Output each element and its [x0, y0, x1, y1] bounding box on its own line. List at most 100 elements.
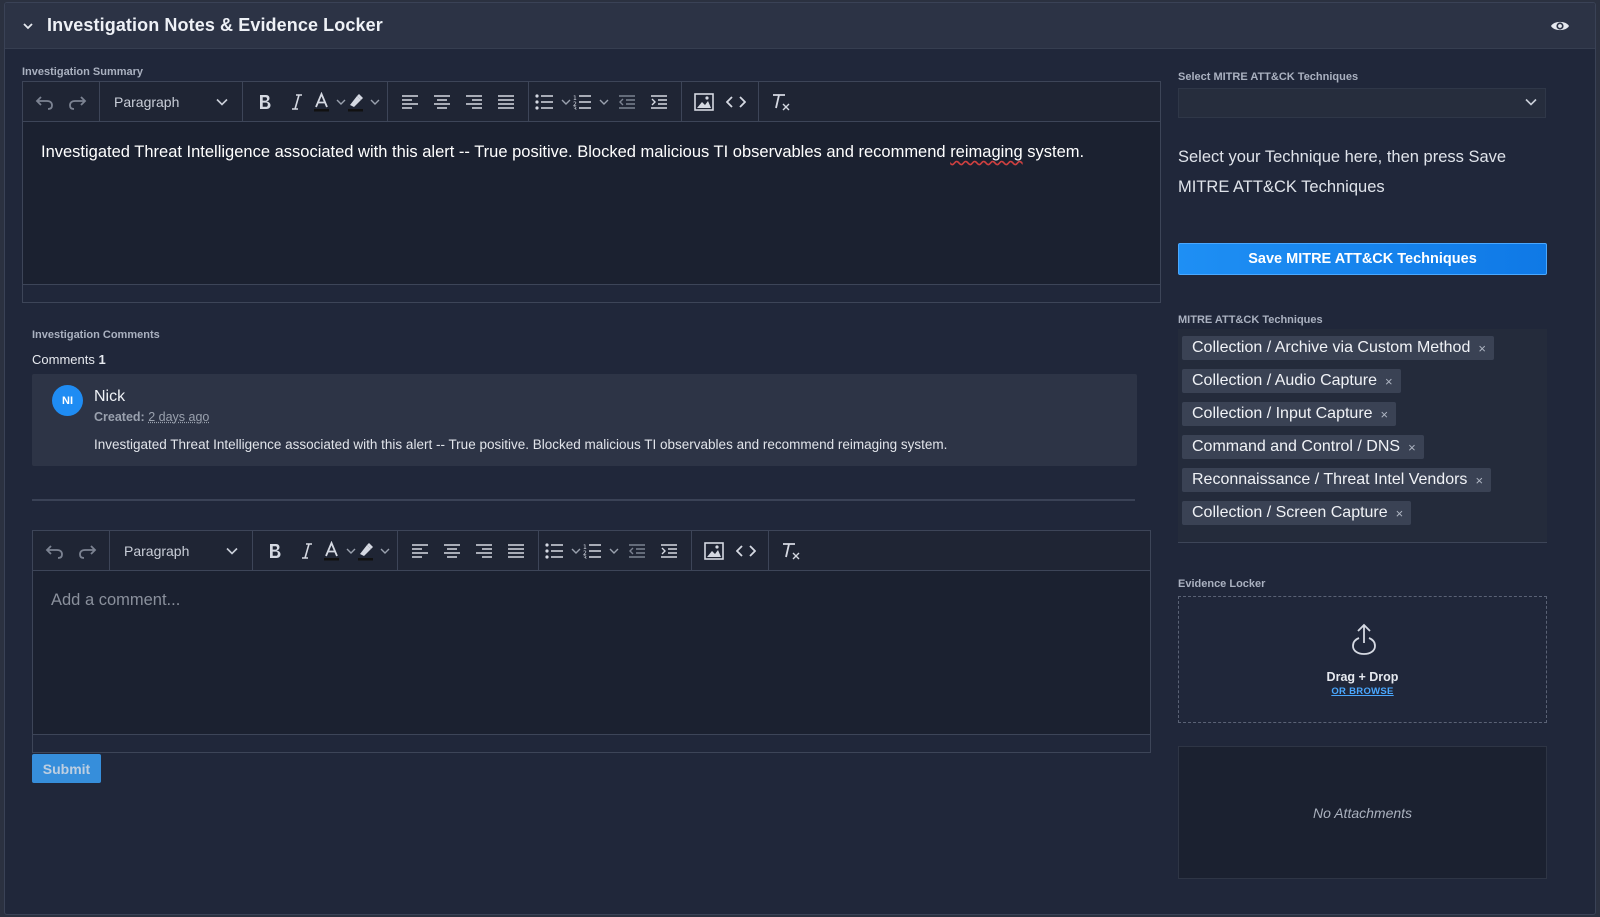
technique-tag[interactable]: Collection / Archive via Custom Method ×	[1182, 336, 1494, 360]
comment-toolbar: Paragraph 123	[33, 531, 1150, 571]
remove-tag-icon[interactable]: ×	[1475, 473, 1483, 488]
evidence-dropzone[interactable]: Drag + Drop OR BROWSE	[1178, 596, 1547, 723]
numbered-list-icon[interactable]: 123	[573, 88, 611, 116]
list-group: 123	[539, 531, 692, 570]
mitre-list-label: MITRE ATT&CK Techniques	[1178, 314, 1323, 326]
align-center-icon[interactable]	[436, 537, 468, 565]
italic-icon[interactable]	[291, 537, 323, 565]
summary-content[interactable]: Investigated Threat Intelligence associa…	[23, 122, 1160, 302]
summary-statusbar	[23, 284, 1160, 302]
summary-toolbar: Paragraph 123	[23, 82, 1160, 122]
style-group	[253, 531, 398, 570]
mitre-tag-list: Collection / Archive via Custom Method × …	[1178, 329, 1547, 543]
eye-icon[interactable]	[1549, 15, 1571, 37]
comment-author: Nick	[94, 388, 126, 405]
attachments-list: No Attachments	[1178, 746, 1547, 879]
summary-text-end: system.	[1022, 143, 1085, 161]
technique-tag[interactable]: Collection / Audio Capture ×	[1182, 369, 1401, 393]
numbered-list-icon[interactable]: 123	[583, 537, 621, 565]
highlight-color-icon[interactable]	[357, 537, 391, 565]
image-icon[interactable]	[698, 537, 730, 565]
bullet-list-icon[interactable]	[535, 88, 573, 116]
block-format-select[interactable]: Paragraph	[116, 537, 246, 565]
align-left-icon[interactable]	[404, 537, 436, 565]
align-group	[398, 531, 539, 570]
comment-text: Investigated Threat Intelligence associa…	[94, 437, 948, 452]
comments-divider	[32, 499, 1135, 501]
summary-text[interactable]: Investigated Threat Intelligence associa…	[23, 122, 1160, 182]
indent-icon[interactable]	[653, 537, 685, 565]
remove-tag-icon[interactable]: ×	[1408, 440, 1416, 455]
text-color-icon[interactable]	[313, 88, 347, 116]
outdent-icon[interactable]	[621, 537, 653, 565]
bold-icon[interactable]	[259, 537, 291, 565]
upload-icon	[1352, 623, 1376, 655]
avatar: NI	[52, 385, 83, 416]
format-group: Paragraph	[100, 82, 243, 121]
clear-group	[759, 82, 803, 121]
clear-formatting-icon[interactable]	[775, 537, 807, 565]
comments-count-value: 1	[98, 352, 106, 367]
tag-label: Collection / Archive via Custom Method	[1192, 339, 1471, 356]
align-center-icon[interactable]	[426, 88, 458, 116]
tag-label: Command and Control / DNS	[1192, 438, 1401, 455]
redo-icon[interactable]	[61, 88, 93, 116]
indent-icon[interactable]	[643, 88, 675, 116]
evidence-label: Evidence Locker	[1178, 578, 1266, 590]
technique-tag[interactable]: Collection / Input Capture ×	[1182, 402, 1397, 426]
technique-tag[interactable]: Command and Control / DNS ×	[1182, 435, 1424, 459]
comments-count-label: Comments	[32, 352, 95, 367]
browse-link[interactable]: OR BROWSE	[1179, 686, 1546, 697]
summary-text-part: Investigated Threat Intelligence associa…	[41, 143, 951, 161]
bold-icon[interactable]	[249, 88, 281, 116]
comment-created: Created: 2 days ago	[94, 410, 209, 424]
technique-tag[interactable]: Reconnaissance / Threat Intel Vendors ×	[1182, 468, 1492, 492]
redo-icon[interactable]	[71, 537, 103, 565]
align-justify-icon[interactable]	[500, 537, 532, 565]
remove-tag-icon[interactable]: ×	[1385, 374, 1393, 389]
align-right-icon[interactable]	[468, 537, 500, 565]
summary-label: Investigation Summary	[22, 66, 144, 78]
undo-icon[interactable]	[39, 537, 71, 565]
highlight-color-icon[interactable]	[347, 88, 381, 116]
comment-input[interactable]: Add a comment...	[33, 571, 1150, 752]
align-group	[388, 82, 529, 121]
align-justify-icon[interactable]	[490, 88, 522, 116]
undo-icon[interactable]	[29, 88, 61, 116]
code-icon[interactable]	[730, 537, 762, 565]
created-label: Created:	[94, 410, 145, 424]
align-left-icon[interactable]	[394, 88, 426, 116]
bullet-list-icon[interactable]	[545, 537, 583, 565]
panel-header: Investigation Notes & Evidence Locker	[5, 3, 1595, 49]
mitre-technique-select[interactable]	[1178, 88, 1546, 118]
misspelled-word: reimaging	[950, 143, 1023, 161]
remove-tag-icon[interactable]: ×	[1396, 506, 1404, 521]
outdent-icon[interactable]	[611, 88, 643, 116]
insert-group	[692, 531, 769, 570]
code-icon[interactable]	[720, 88, 752, 116]
submit-button[interactable]: Submit	[32, 754, 101, 783]
no-attachments-text: No Attachments	[1312, 804, 1413, 821]
insert-group	[682, 82, 759, 121]
svg-text:3: 3	[583, 555, 587, 559]
chevron-down-icon[interactable]	[21, 19, 35, 33]
save-mitre-button[interactable]: Save MITRE ATT&CK Techniques	[1178, 243, 1547, 275]
panel-title: Investigation Notes & Evidence Locker	[47, 15, 383, 35]
align-right-icon[interactable]	[458, 88, 490, 116]
style-group	[243, 82, 388, 121]
comment-editor: Paragraph 123 Add a comment...	[32, 530, 1151, 753]
italic-icon[interactable]	[281, 88, 313, 116]
technique-tag[interactable]: Collection / Screen Capture ×	[1182, 501, 1412, 525]
remove-tag-icon[interactable]: ×	[1381, 407, 1389, 422]
clear-formatting-icon[interactable]	[765, 88, 797, 116]
block-format-select[interactable]: Paragraph	[106, 88, 236, 116]
block-format-value: Paragraph	[114, 93, 180, 110]
summary-editor: Paragraph 123 Investigated Threat Intell…	[22, 81, 1161, 303]
chevron-down-icon	[216, 98, 228, 106]
text-color-icon[interactable]	[323, 537, 357, 565]
created-time[interactable]: 2 days ago	[148, 410, 209, 424]
tag-label: Collection / Screen Capture	[1192, 504, 1388, 521]
image-icon[interactable]	[688, 88, 720, 116]
svg-text:3: 3	[573, 106, 577, 110]
remove-tag-icon[interactable]: ×	[1478, 341, 1486, 356]
